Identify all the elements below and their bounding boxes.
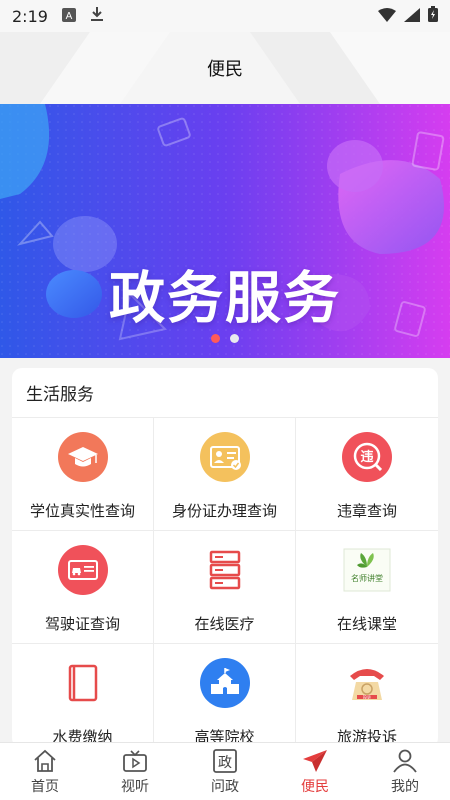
tab-label: 首页 (31, 778, 59, 795)
svg-text:名师讲堂: 名师讲堂 (351, 573, 383, 583)
home-icon (31, 748, 59, 774)
graduation-cap-icon (57, 432, 108, 482)
service-degree-verification[interactable]: 学位真实性查询 (12, 418, 154, 531)
tab-audiovisual[interactable]: 视听 (90, 743, 180, 800)
battery-icon (428, 6, 438, 26)
services-grid: 学位真实性查询 身份证办理查询 违 违章查询 驾驶证查询 在线医疗 名师讲堂 在… (12, 418, 438, 748)
tv-play-icon (121, 748, 149, 774)
download-icon (90, 6, 104, 26)
section-title: 生活服务 (12, 368, 438, 418)
water-bill-icon (58, 658, 108, 708)
wifi-icon (378, 7, 396, 26)
carousel-indicator (0, 334, 450, 343)
promo-banner[interactable]: 政务服务 (0, 104, 450, 358)
paper-plane-icon (301, 748, 329, 774)
svg-text:A: A (66, 11, 73, 22)
tab-convenience[interactable]: 便民 (270, 743, 360, 800)
id-card-icon (199, 432, 250, 482)
service-driver-license-query[interactable]: 驾驶证查询 (12, 531, 154, 644)
politics-icon: 政 (211, 748, 239, 774)
violation-icon: 违 (342, 432, 392, 482)
service-label: 在线医疗 (194, 615, 255, 633)
tab-politics[interactable]: 政 问政 (180, 743, 270, 800)
svg-text:违: 违 (360, 449, 373, 465)
service-online-classroom[interactable]: 名师讲堂 在线课堂 (296, 531, 438, 644)
service-id-card-query[interactable]: 身份证办理查询 (154, 418, 296, 531)
telephone-icon: 投诉 (342, 658, 392, 708)
service-label: 违章查询 (336, 502, 397, 520)
tab-profile[interactable]: 我的 (360, 743, 450, 800)
status-time: 2:19 (12, 6, 48, 26)
life-services-card: 生活服务 学位真实性查询 身份证办理查询 违 违章查询 驾驶证查询 在线医疗 名… (12, 368, 438, 748)
service-label: 身份证办理查询 (171, 502, 277, 520)
tab-label: 视听 (121, 778, 149, 795)
banner-title: 政务服务 (109, 266, 341, 332)
svg-text:政: 政 (218, 755, 232, 771)
service-label: 驾驶证查询 (44, 615, 120, 633)
carousel-dot-2[interactable] (230, 334, 239, 343)
tab-label: 问政 (211, 778, 239, 795)
driver-license-icon (57, 545, 108, 595)
tab-label: 我的 (391, 778, 419, 795)
profile-icon (391, 748, 419, 774)
svg-text:投诉: 投诉 (363, 694, 371, 700)
service-water-bill[interactable]: 水费缴纳 (12, 644, 154, 748)
tab-home[interactable]: 首页 (0, 743, 90, 800)
signal-icon (404, 7, 420, 26)
bottom-tab-bar: 首页 视听 政 问政 便民 我的 (0, 742, 450, 800)
service-label: 学位真实性查询 (29, 502, 135, 520)
notification-a-icon: A (61, 7, 76, 26)
service-online-medical[interactable]: 在线医疗 (154, 531, 296, 644)
famous-teacher-icon: 名师讲堂 (342, 545, 392, 595)
server-rack-icon (200, 545, 250, 595)
page-title: 便民 (207, 59, 243, 80)
carousel-dot-1[interactable] (211, 334, 220, 343)
service-universities[interactable]: 高等院校 (154, 644, 296, 748)
service-label: 在线课堂 (336, 615, 397, 633)
status-bar: 2:19 A (0, 0, 450, 32)
app-header: 便民 (0, 32, 450, 104)
tab-label: 便民 (301, 778, 329, 795)
service-travel-complaint[interactable]: 投诉 旅游投诉 (296, 644, 438, 748)
service-violation-query[interactable]: 违 违章查询 (296, 418, 438, 531)
school-building-icon (199, 658, 250, 708)
